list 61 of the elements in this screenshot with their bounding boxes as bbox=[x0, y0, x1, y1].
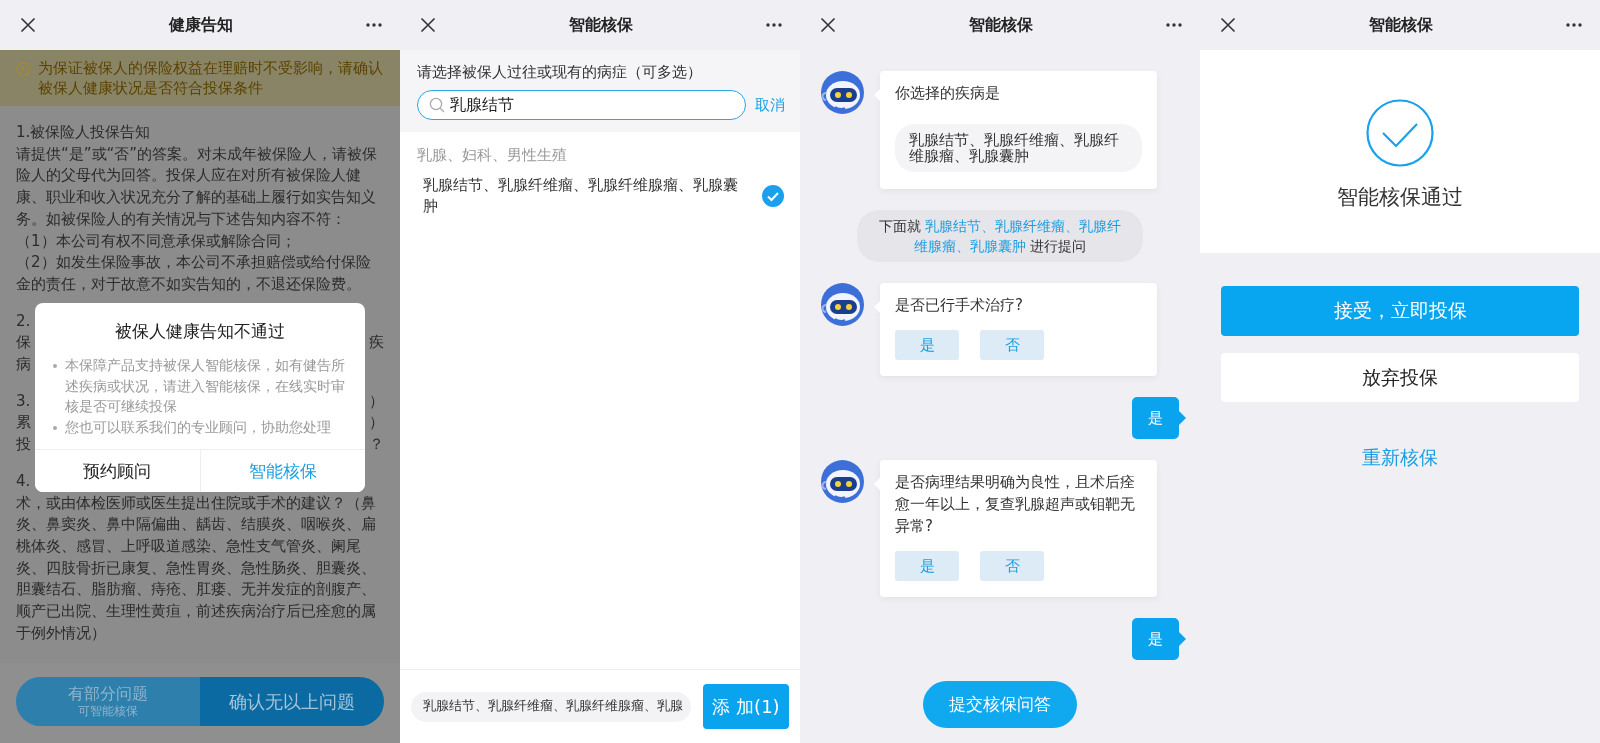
message-text: 是否病理结果明确为良性，且术后痊愈一年以上，复查乳腺超声或钼靶无异常? bbox=[895, 472, 1136, 537]
decline-button[interactable]: 放弃投保 bbox=[1221, 353, 1579, 402]
close-icon[interactable] bbox=[420, 17, 436, 33]
text-fragment: ） bbox=[369, 412, 384, 434]
checkbox-checked-icon[interactable] bbox=[762, 185, 784, 207]
recheck-link[interactable]: 重新核保 bbox=[1362, 444, 1438, 470]
section-text: 术，或由体检医师或医生提出住院或手术的建议？（鼻炎、鼻窦炎、鼻中隔偏曲、龋齿、结膜炎、咽喉炎、扁桃体炎、感冒、上呼吸道感染、急性支气管炎、阑尾炎、四肢骨折已康复、急性胃炎、急性肠炎、胆囊炎、胆囊结石、脂肪瘤、痔疮、肛瘘、无并发症的剖腹产、顺产已出院、生理性黄疸，前述疾病治疗后已痊愈的属于例外情况） bbox=[16, 492, 377, 644]
text-fragment: 4. bbox=[16, 470, 31, 492]
message-text: 是否已行手术治疗? bbox=[895, 295, 1024, 316]
close-icon[interactable] bbox=[1220, 17, 1236, 33]
dialog-text: 您也可以联系我们的专业顾问，协助您处理 bbox=[65, 417, 331, 437]
search-icon bbox=[429, 97, 445, 113]
nav-title: 健康告知 bbox=[169, 14, 233, 36]
add-button[interactable]: 添 加(1) bbox=[703, 684, 789, 729]
search-field[interactable]: 乳腺结节 bbox=[417, 90, 746, 120]
message-text: 你选择的疾病是 bbox=[895, 83, 1001, 104]
section-text: 请提供“是”或“否”的答案。对未成年被保险人，请被保险人的父母代为回答。投保人应在对所有被保险人健康、职业和收入状况充分了解的基础上履行如实告知义务。如被保险人的有关情况与下述告知内容不符： bbox=[16, 143, 379, 230]
text-fragment: 病 bbox=[16, 354, 31, 376]
close-icon[interactable] bbox=[820, 17, 836, 33]
status-title: 智能核保通过 bbox=[1337, 184, 1463, 211]
text-fragment: 保 bbox=[16, 332, 31, 354]
section-text: （1）本公司有权不同意承保或解除合同； bbox=[16, 230, 297, 252]
robot-icon bbox=[821, 283, 864, 326]
warning-text: 为保证被保人的保险权益在理赔时不受影响，请确认被保人健康状况是否符合投保条件 bbox=[38, 58, 384, 98]
answer-button[interactable]: 是 bbox=[895, 330, 959, 360]
text-fragment: ？ bbox=[369, 434, 384, 456]
disease-option[interactable]: 乳腺结节、乳腺纤维瘤、乳腺纤维腺瘤、乳腺囊肿 bbox=[423, 175, 748, 217]
section-heading: 1.被保险人投保告知 bbox=[16, 122, 152, 143]
accept-button[interactable]: 接受，立即投保 bbox=[1221, 286, 1579, 336]
nav-title: 智能核保 bbox=[569, 14, 633, 36]
selection-field: 乳腺结节、乳腺纤维瘤、乳腺纤维腺瘤、乳腺 bbox=[411, 691, 691, 722]
dialog-button[interactable]: 智能核保 bbox=[199, 450, 365, 492]
nav-title: 智能核保 bbox=[969, 14, 1033, 36]
cancel-link[interactable]: 取消 bbox=[755, 95, 785, 115]
dialog-title: 被保人健康告知不通过 bbox=[114, 320, 286, 343]
partial-issue-button[interactable]: 有部分问题 可智能核保 bbox=[16, 677, 200, 726]
robot-icon bbox=[821, 71, 864, 114]
text-fragment: 疾 bbox=[369, 332, 384, 354]
section-text: （2）如发生保险事故，本公司不承担赔偿或给付保险金的责任，对于故意不如实告知的，不退还保险费。 bbox=[16, 252, 372, 295]
answer-button[interactable]: 否 bbox=[980, 551, 1044, 581]
bullet-dot bbox=[53, 364, 57, 368]
instruction-text: 请选择被保人过往或现有的病症（可多选） bbox=[417, 62, 703, 83]
disease-chip: 乳腺结节、乳腺纤维瘤、乳腺纤维腺瘤、乳腺囊肿 bbox=[895, 124, 1142, 172]
check-circle-icon bbox=[1366, 99, 1434, 167]
nav-title: 智能核保 bbox=[1369, 14, 1433, 36]
text-fragment: 累 bbox=[16, 412, 31, 434]
category-label: 乳腺、妇科、男性生殖 bbox=[416, 145, 568, 166]
text-fragment: ） bbox=[369, 390, 384, 412]
text-fragment: 投 bbox=[16, 434, 31, 456]
alert-icon bbox=[16, 62, 30, 76]
confirm-button[interactable]: 确认无以上问题 bbox=[200, 677, 384, 726]
text-fragment: 3. bbox=[16, 390, 31, 412]
dialog-text: 本保障产品支持被保人智能核保，如有健告所述疾病或状况，请进入智能核保，在线实时审核是否可继续投保 bbox=[65, 356, 346, 416]
robot-icon bbox=[821, 460, 864, 503]
text-fragment: 2. bbox=[16, 310, 31, 332]
answer-button[interactable]: 否 bbox=[980, 330, 1044, 360]
answer-button[interactable]: 是 bbox=[895, 551, 959, 581]
system-message: 下面就 乳腺结节、乳腺纤维瘤、乳腺纤维腺瘤、乳腺囊肿 进行提问 bbox=[857, 210, 1143, 262]
submit-button[interactable]: 提交核保问答 bbox=[923, 681, 1077, 728]
close-icon[interactable] bbox=[20, 17, 36, 33]
bullet-dot bbox=[53, 425, 57, 430]
